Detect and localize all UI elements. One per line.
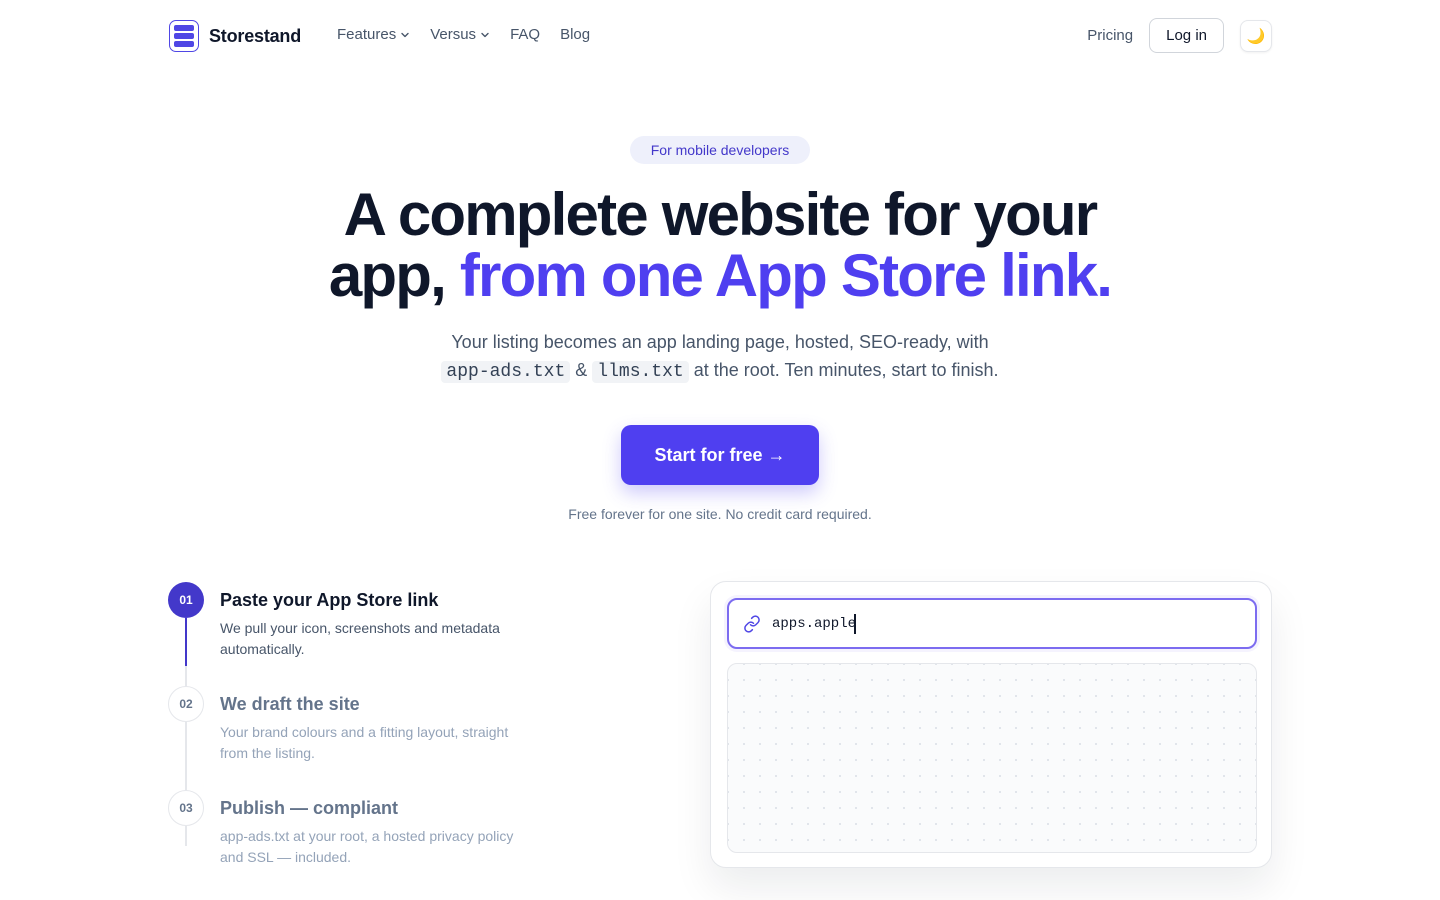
subtitle-part-1: Your listing becomes an app landing page…: [451, 332, 989, 352]
step-title: Publish — compliant: [220, 798, 399, 818]
brand-logo[interactable]: Storestand: [169, 20, 301, 52]
step-number: 01: [168, 582, 204, 618]
theme-toggle-button[interactable]: 🌙: [1240, 19, 1272, 52]
hero-headline: A complete website for your app, from on…: [0, 184, 1440, 306]
nav-link-features[interactable]: Features: [337, 26, 410, 43]
step-title: We draft the site: [220, 694, 360, 714]
nav-link-label: Features: [337, 26, 397, 43]
app-store-link-field[interactable]: [727, 598, 1257, 649]
step-description: app-ads.txt at your root, a hosted priva…: [220, 828, 514, 865]
step-connector: [185, 722, 187, 790]
audience-badge: For mobile developers: [630, 136, 810, 164]
nav-link-label: Versus: [430, 26, 477, 43]
nav-link-blog[interactable]: Blog: [560, 26, 590, 43]
step-connector: [185, 666, 187, 686]
text-caret: [854, 613, 856, 634]
subtitle-amp: &: [575, 360, 588, 380]
step-description: We pull your icon, screenshots and metad…: [220, 620, 500, 657]
login-button[interactable]: Log in: [1149, 18, 1224, 53]
site-preview-canvas: [727, 663, 1257, 853]
code-app-ads: app-ads.txt: [441, 361, 571, 383]
start-free-button[interactable]: Start for free →: [621, 425, 819, 485]
nav-link-label: Blog: [560, 26, 591, 43]
subtitle-part-2: at the root. Ten minutes, start to finis…: [693, 360, 999, 380]
nav-link-label: FAQ: [510, 26, 541, 43]
step-number: 03: [168, 790, 204, 826]
link-icon: [744, 614, 760, 633]
free-note: Free forever for one site. No credit car…: [568, 506, 872, 522]
step-title: Paste your App Store link: [220, 590, 439, 610]
pricing-link[interactable]: Pricing: [1087, 27, 1133, 44]
step-connector: [185, 826, 187, 846]
nav-link-faq[interactable]: FAQ: [510, 26, 540, 43]
top-nav: Storestand Features Versus FAQ Blog Pric…: [0, 0, 1440, 72]
headline-line-1: A complete website for your: [343, 181, 1098, 248]
brand-name: Storestand: [209, 25, 302, 46]
step-connector: [185, 618, 187, 666]
chevron-down-icon: [481, 32, 489, 37]
code-llms: llms.txt: [592, 361, 689, 383]
nav-link-versus[interactable]: Versus: [430, 26, 490, 43]
step-number: 02: [168, 686, 204, 722]
moon-icon: 🌙: [1246, 27, 1266, 45]
preview-card: [710, 581, 1272, 868]
chevron-down-icon: [401, 32, 409, 37]
headline-line-2-accent: from one App Store link.: [459, 242, 1113, 309]
step-description: Your brand colours and a fitting layout,…: [220, 724, 509, 761]
hero-subtitle: Your listing becomes an app landing page…: [0, 328, 1440, 386]
nav-actions: Pricing Log in 🌙: [1087, 18, 1272, 53]
headline-line-2-plain: app,: [328, 242, 460, 309]
app-store-link-input[interactable]: [772, 615, 854, 632]
logo-icon: [169, 20, 199, 52]
nav-links: Features Versus FAQ Blog: [337, 26, 610, 43]
